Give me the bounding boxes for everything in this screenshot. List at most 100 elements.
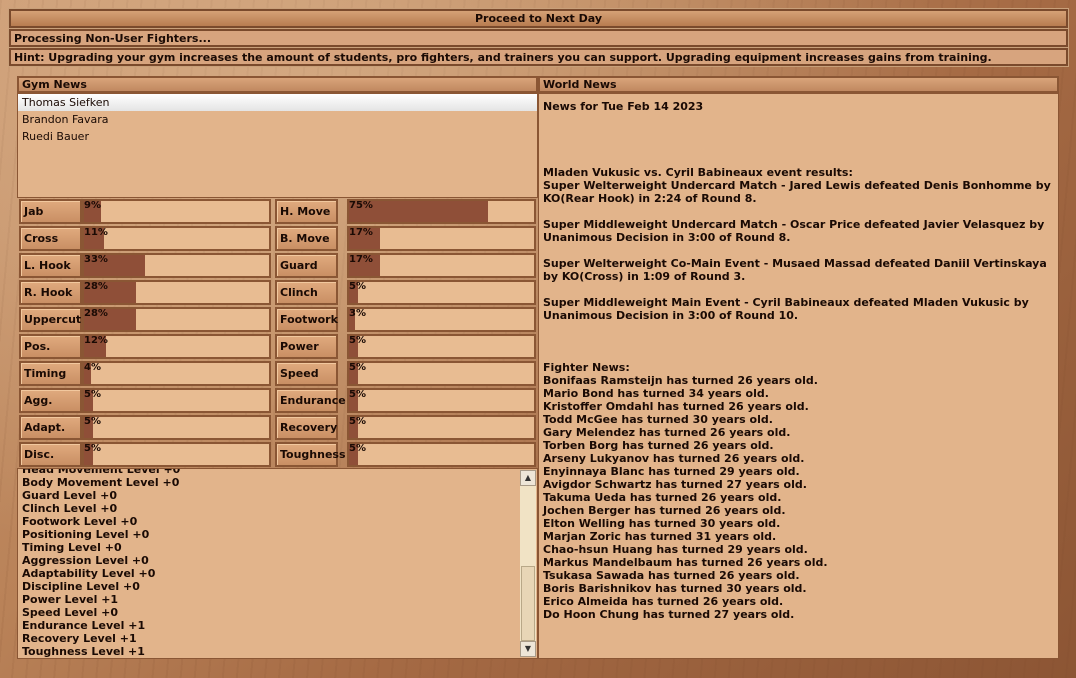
fighter-news-item: Marjan Zoric has turned 31 years old. <box>543 530 777 543</box>
stat-percent: 17% <box>349 227 373 238</box>
stat-percent: 5% <box>349 389 366 400</box>
log-line: Body Movement Level +0 <box>22 476 180 489</box>
fighter-news-item: Tsukasa Sawada has turned 26 years old. <box>543 569 800 582</box>
fighter-news-item: Mario Bond has turned 34 years old. <box>543 387 769 400</box>
world-news-header: World News <box>538 76 1059 93</box>
fighter-news-item: Bonifaas Ramsteijn has turned 26 years o… <box>543 374 818 387</box>
status-text: Processing Non-User Fighters... <box>14 32 211 45</box>
fighter-news-item: Torben Borg has turned 26 years old. <box>543 439 774 452</box>
stats-grid: Jab 9% Cross 11% L. Hook 33% R. Hook 28% Uppercu… <box>17 198 538 468</box>
stat-percent: 5% <box>349 443 366 454</box>
fighter-list-item[interactable]: Ruedi Bauer <box>18 128 537 145</box>
stat-progress-bar: 17% <box>347 226 536 251</box>
stat-percent: 17% <box>349 254 373 265</box>
log-line: Footwork Level +0 <box>22 515 138 528</box>
fighter-news-item: Kristoffer Omdahl has turned 26 years ol… <box>543 400 809 413</box>
stat-progress-bar: 5% <box>347 361 536 386</box>
event-header: Mladen Vukusic vs. Cyril Babineaux event… <box>543 166 853 179</box>
training-log-lines: Head Movement Level +0 Body Movement Leve… <box>22 468 517 658</box>
stat-percent: 5% <box>349 335 366 346</box>
fighter-news-item: Chao-hsun Huang has turned 29 years old. <box>543 543 808 556</box>
stat-progress-bar: 5% <box>347 415 536 440</box>
stat-percent: 5% <box>349 362 366 373</box>
stat-row: B. Move 17% <box>17 225 538 252</box>
hint-bar: Hint: Upgrading your gym increases the a… <box>8 47 1069 67</box>
stat-progress-bar: 5% <box>347 442 536 467</box>
news-date: News for Tue Feb 14 2023 <box>543 100 704 113</box>
training-log[interactable]: Head Movement Level +0 Body Movement Leve… <box>17 468 538 659</box>
log-line: Timing Level +0 <box>22 541 122 554</box>
match-results: Super Welterweight Undercard Match - Jar… <box>543 179 1053 322</box>
stat-row: Guard 17% <box>17 252 538 279</box>
fighter-news-item: Arseny Lukyanov has turned 26 years old. <box>543 452 805 465</box>
gym-news-header: Gym News <box>17 76 538 93</box>
log-line: Power Level +1 <box>22 593 119 606</box>
world-news-panel: News for Tue Feb 14 2023 Mladen Vukusic … <box>538 93 1059 659</box>
log-line: Discipline Level +0 <box>22 580 140 593</box>
fighter-news-item: Takuma Ueda has turned 26 years old. <box>543 491 782 504</box>
fighter-news-item: Boris Barishnikov has turned 30 years ol… <box>543 582 807 595</box>
status-bar: Processing Non-User Fighters... <box>8 28 1069 48</box>
fighter-news-item: Avigdor Schwartz has turned 27 years old… <box>543 478 807 491</box>
log-line: Positioning Level +0 <box>22 528 150 541</box>
stat-percent: 3% <box>349 308 366 319</box>
stat-label: Power <box>275 334 338 359</box>
fighter-list-item[interactable]: Brandon Favara <box>18 111 537 128</box>
stat-label: Speed <box>275 361 338 386</box>
scroll-up-icon[interactable]: ▲ <box>520 470 536 486</box>
stat-progress-bar: 75% <box>347 199 536 224</box>
stat-row: Recovery 5% <box>17 414 538 441</box>
fighter-news-item: Jochen Berger has turned 26 years old. <box>543 504 786 517</box>
log-line: Guard Level +0 <box>22 489 117 502</box>
log-line: Adaptability Level +0 <box>22 567 156 580</box>
stat-row: Speed 5% <box>17 360 538 387</box>
gym-news-title: Gym News <box>22 78 87 91</box>
scroll-down-icon[interactable]: ▼ <box>520 641 536 657</box>
proceed-next-day-button[interactable]: Proceed to Next Day <box>8 8 1069 29</box>
fighter-list-item[interactable]: Thomas Siefken <box>18 94 537 111</box>
stat-label: Footwork <box>275 307 338 332</box>
fighter-news-item: Markus Mandelbaum has turned 26 years ol… <box>543 556 828 569</box>
stat-label: Endurance <box>275 388 346 413</box>
fighter-news-item: Elton Welling has turned 30 years old. <box>543 517 781 530</box>
stat-percent: 5% <box>349 416 366 427</box>
stat-row: Toughness 5% <box>17 441 538 468</box>
stat-row: Power 5% <box>17 333 538 360</box>
stat-label: Clinch <box>275 280 338 305</box>
scrollbar-thumb[interactable] <box>521 566 535 641</box>
stat-row: H. Move 75% <box>17 198 538 225</box>
fighter-news-item: Todd McGee has turned 30 years old. <box>543 413 773 426</box>
log-scrollbar[interactable]: ▲ ▼ <box>520 470 536 657</box>
stat-row: Footwork 3% <box>17 306 538 333</box>
stat-label: H. Move <box>275 199 338 224</box>
stat-row: Endurance 5% <box>17 387 538 414</box>
stat-progress-bar: 5% <box>347 334 536 359</box>
fighter-list: Thomas Siefken Brandon Favara Ruedi Bauer <box>17 93 538 198</box>
stat-progress-bar: 5% <box>347 388 536 413</box>
fighter-news-item: Erico Almeida has turned 26 years old. <box>543 595 784 608</box>
stat-percent: 75% <box>349 200 373 211</box>
log-line: Recovery Level +1 <box>22 632 137 645</box>
match-result: Super Welterweight Co-Main Event - Musae… <box>543 257 1047 283</box>
log-line: Toughness Level +1 <box>22 645 145 658</box>
stat-label: B. Move <box>275 226 338 251</box>
stat-percent: 5% <box>349 281 366 292</box>
stat-row: Clinch 5% <box>17 279 538 306</box>
stat-label: Toughness <box>275 442 346 467</box>
match-result: Super Welterweight Undercard Match - Jar… <box>543 179 1051 205</box>
fighter-news-header: Fighter News: <box>543 361 630 374</box>
log-line: Head Movement Level +0 <box>22 468 181 476</box>
log-line: Endurance Level +1 <box>22 619 146 632</box>
fighter-news-item: Do Hoon Chung has turned 27 years old. <box>543 608 795 621</box>
log-line: Speed Level +0 <box>22 606 118 619</box>
fighter-news-item: Gary Melendez has turned 26 years old. <box>543 426 791 439</box>
log-line: Clinch Level +0 <box>22 502 118 515</box>
stat-progress-bar: 17% <box>347 253 536 278</box>
log-line: Aggression Level +0 <box>22 554 149 567</box>
fighter-news-item: Enyinnaya Blanc has turned 29 years old. <box>543 465 800 478</box>
proceed-next-day-label: Proceed to Next Day <box>474 12 603 25</box>
stat-label: Guard <box>275 253 338 278</box>
stat-label: Recovery <box>275 415 338 440</box>
match-result: Super Middleweight Main Event - Cyril Ba… <box>543 296 1029 322</box>
hint-text: Hint: Upgrading your gym increases the a… <box>14 51 992 64</box>
